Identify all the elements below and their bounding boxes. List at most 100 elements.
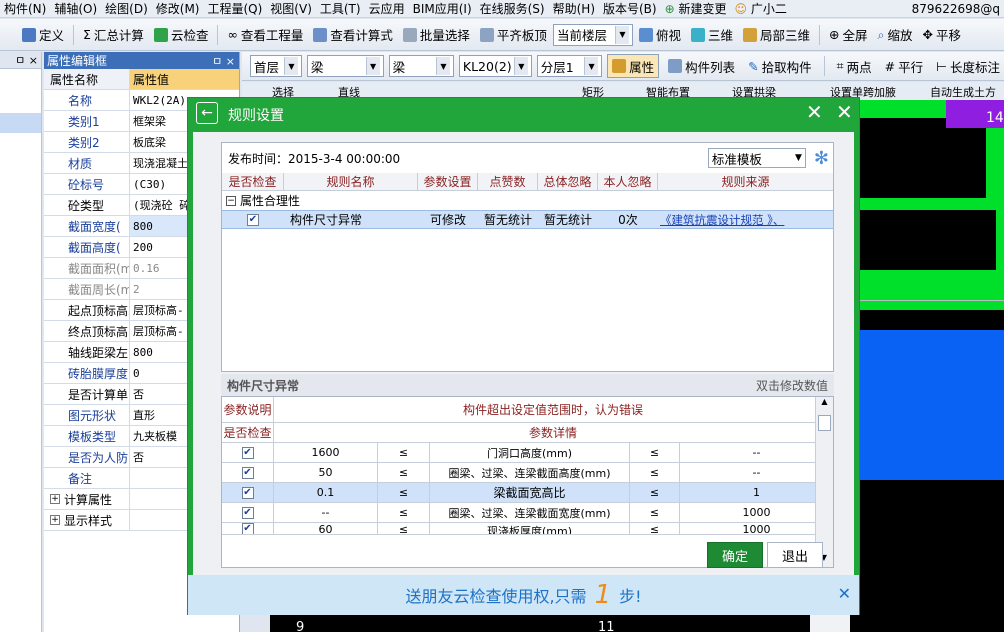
banner-close-icon[interactable]: ✕ xyxy=(838,584,851,603)
minimize-icon[interactable] xyxy=(780,106,794,120)
scroll-up-icon[interactable]: ▲ xyxy=(816,397,833,411)
view-quantity-button[interactable]: ∞ 查看工程量 xyxy=(223,23,307,47)
two-point-button[interactable]: ⌗ 两点 xyxy=(833,54,876,78)
menu-cloud[interactable]: 云应用 xyxy=(365,0,409,17)
user-account[interactable]: 879622698@q xyxy=(912,2,1004,16)
param-checkbox[interactable]: ✔ xyxy=(241,523,254,534)
parallel-button[interactable]: # 平行 xyxy=(881,54,928,78)
menu-tools[interactable]: 工具(T) xyxy=(316,0,365,17)
menu-assistant[interactable]: ☺ 广小二 xyxy=(731,0,791,17)
glasses-icon: ∞ xyxy=(227,27,238,42)
rule-checkbox[interactable]: ✔ xyxy=(247,213,259,226)
rule-param[interactable]: 可修改 xyxy=(418,211,478,228)
col-total-ignore: 总体忽略 xyxy=(538,173,598,190)
param-checkbox[interactable]: ✔ xyxy=(241,486,254,499)
section-header: 构件尺寸异常 双击修改数值 xyxy=(221,374,834,396)
top-view-button[interactable]: 俯视 xyxy=(635,23,685,47)
expand-icon[interactable]: + xyxy=(50,494,60,504)
divider xyxy=(823,56,825,76)
sigma-icon: Σ xyxy=(83,27,91,42)
floor-combo[interactable]: 当前楼层 ▼ xyxy=(552,23,633,46)
template-select[interactable]: 标准模板 ▼ xyxy=(707,148,806,168)
zoom-button[interactable]: ⌕ 缩放 xyxy=(873,23,916,47)
flat-board-icon xyxy=(479,27,494,42)
close-icon[interactable]: ✕ xyxy=(806,102,823,122)
chevron-down-icon: ▼ xyxy=(513,57,528,75)
pin-close-icon[interactable]: ㅁ × xyxy=(212,53,239,69)
pick-icon: ✎ xyxy=(748,58,759,74)
chevron-down-icon: ▼ xyxy=(365,57,380,75)
menu-axis[interactable]: 辅轴(O) xyxy=(50,0,101,17)
three-d-icon xyxy=(690,27,705,42)
sum-calc-button[interactable]: Σ 汇总计算 xyxy=(79,23,148,47)
batch-select-button[interactable]: 批量选择 xyxy=(399,23,474,47)
component-toolbar: 首层 ▼ 梁 ▼ 梁 ▼ KL20(2) ▼ 分层1 ▼ 属性 构件列表 ✎ 拾取构件 ⌗ 两… xyxy=(242,52,1004,81)
col-rule-name: 规则名称 xyxy=(284,173,418,190)
flat-board-button[interactable]: 平齐板顶 xyxy=(476,23,551,47)
dialog-body: 发布时间：2015-3-4 00:00:00 标准模板 ▼ ✻ 是否检查 规则名称… xyxy=(193,132,854,576)
divider xyxy=(818,24,820,45)
pin-controls[interactable]: ㅁ × xyxy=(0,52,41,69)
param-checkbox[interactable]: ✔ xyxy=(241,506,254,519)
param-row[interactable]: ✔ 60 ≤ 现浇板厚度(mm) ≤ 1000 xyxy=(222,523,833,535)
layer-select[interactable]: 分层1 ▼ xyxy=(536,55,603,77)
type-select-2[interactable]: 梁 ▼ xyxy=(388,55,454,77)
back-icon[interactable]: ← xyxy=(196,102,218,124)
pan-icon: ✥ xyxy=(922,27,933,42)
menu-quantity[interactable]: 工程量(Q) xyxy=(203,0,266,17)
scroll-thumb[interactable] xyxy=(818,415,831,431)
divider xyxy=(73,24,75,45)
menu-new-change[interactable]: ⊕ 新建变更 xyxy=(661,0,731,17)
param-row[interactable]: ✔ 50 ≤ 圈梁、过梁、连梁截面高度(mm) ≤ -- xyxy=(222,463,833,483)
pan-button[interactable]: ✥ 平移 xyxy=(919,23,966,47)
menu-online[interactable]: 在线服务(S) xyxy=(476,0,549,17)
menu-draw[interactable]: 绘图(D) xyxy=(101,0,152,17)
exit-button[interactable]: 退出 xyxy=(767,542,823,568)
member-select[interactable]: KL20(2) ▼ xyxy=(458,55,532,77)
menu-modify[interactable]: 修改(M) xyxy=(152,0,204,17)
rule-name: 构件尺寸异常 xyxy=(290,213,363,227)
params-header-row: 是否检查 参数详情 xyxy=(222,423,833,443)
define-button[interactable]: 定义 xyxy=(18,23,68,47)
gear-icon[interactable]: ✻ xyxy=(814,148,829,169)
partial-3d-button[interactable]: 局部三维 xyxy=(739,23,814,47)
rule-group-row[interactable]: − 属性合理性 xyxy=(222,191,833,210)
publish-row: 发布时间：2015-3-4 00:00:00 标准模板 ▼ ✻ xyxy=(222,143,833,173)
param-checkbox[interactable]: ✔ xyxy=(241,446,254,459)
menu-component[interactable]: 构件(N) xyxy=(0,0,50,17)
menu-version[interactable]: 版本号(B) xyxy=(599,0,661,17)
param-row[interactable]: ✔ 1600 ≤ 门洞口高度(mm) ≤ -- xyxy=(222,443,833,463)
property-toggle-button[interactable]: 属性 xyxy=(607,54,660,78)
auto-gen-tool[interactable]: 自动生成土方 xyxy=(930,84,996,100)
cloud-check-icon xyxy=(153,27,168,42)
rule-likes: 暂无统计 xyxy=(483,213,532,227)
param-checkbox[interactable]: ✔ xyxy=(241,466,254,479)
param-row-selected[interactable]: ✔ 0.1 ≤ 梁截面宽高比 ≤ 1 xyxy=(222,483,833,503)
selected-nav-row[interactable] xyxy=(0,113,41,133)
fullscreen-button[interactable]: ⊕ 全屏 xyxy=(825,23,872,47)
two-point-icon: ⌗ xyxy=(836,58,844,73)
close-icon[interactable]: ✕ xyxy=(836,102,853,122)
expand-icon[interactable]: + xyxy=(50,515,60,525)
length-mark-button[interactable]: ⊢ 长度标注 xyxy=(932,54,1004,78)
floor-select[interactable]: 首层 ▼ xyxy=(250,55,302,77)
rule-row[interactable]: ✔ 构件尺寸异常 可修改 暂无统计 暂无统计 0次 《建筑抗震设计规范 》、 xyxy=(222,210,833,229)
type-select-1[interactable]: 梁 ▼ xyxy=(306,55,384,77)
promo-banner[interactable]: 送朋友云检查使用权,只需 1 步! ✕ xyxy=(188,575,859,615)
member-list-button[interactable]: 构件列表 xyxy=(664,54,739,78)
collapse-icon[interactable]: − xyxy=(226,195,236,206)
rule-source-link[interactable]: 《建筑抗震设计规范 》、 xyxy=(658,212,833,228)
parallel-icon: # xyxy=(884,58,896,74)
menu-help[interactable]: 帮助(H) xyxy=(549,0,599,17)
menu-view[interactable]: 视图(V) xyxy=(266,0,316,17)
chevron-down-icon: ▼ xyxy=(283,57,298,75)
canvas-axis-label: 9 xyxy=(296,620,305,632)
view-formula-button[interactable]: 查看计算式 xyxy=(309,23,397,47)
ok-button[interactable]: 确定 xyxy=(707,542,763,568)
param-row[interactable]: ✔ -- ≤ 圈梁、过梁、连梁截面宽度(mm) ≤ 1000 xyxy=(222,503,833,523)
chevron-down-icon: ▼ xyxy=(435,57,450,75)
three-d-button[interactable]: 三维 xyxy=(687,23,737,47)
pick-member-button[interactable]: ✎ 拾取构件 xyxy=(744,54,816,78)
cloud-check-button[interactable]: 云检查 xyxy=(150,23,213,47)
menu-bim[interactable]: BIM应用(I) xyxy=(409,0,476,17)
